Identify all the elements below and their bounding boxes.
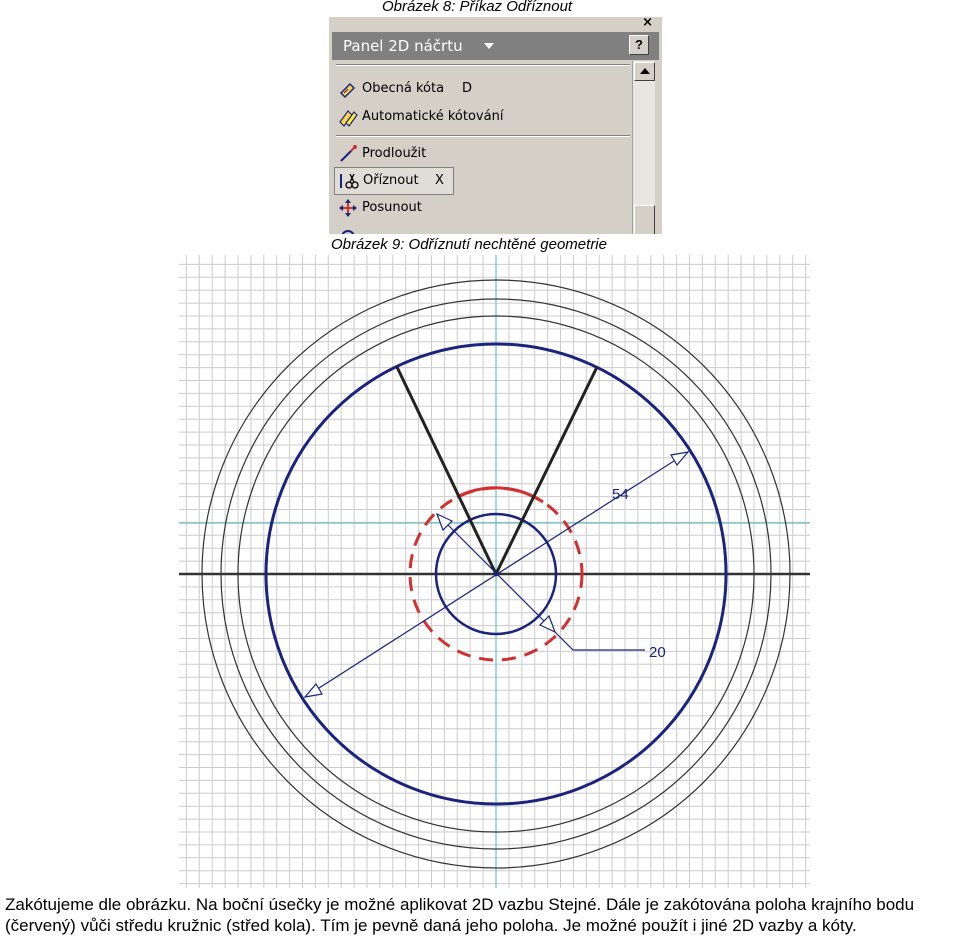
sketch-drawing: 54 20 bbox=[179, 255, 810, 888]
body-text-line-2: (červený) vůči středu kružnic (střed kol… bbox=[5, 916, 857, 935]
center-point bbox=[493, 571, 499, 577]
dimension-value-20: 20 bbox=[649, 644, 666, 661]
dimension-value-54: 54 bbox=[612, 486, 629, 503]
body-text-line-1: Zakótujeme dle obrázku. Na boční úsečky … bbox=[5, 895, 915, 914]
arrowhead-icon bbox=[670, 451, 690, 467]
